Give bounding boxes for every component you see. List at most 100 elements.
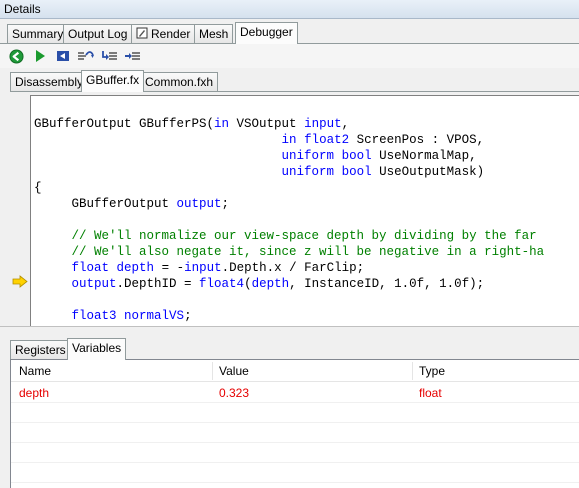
table-row[interactable]: depth 0.323 float (11, 382, 579, 402)
file-tab-row: Disassembly GBuffer.fx Common.fxh (0, 69, 579, 92)
row-divider (11, 462, 579, 463)
code-line[interactable]: // We'll normalize our view-space depth … (34, 228, 537, 244)
tab-label: GBuffer.fx (86, 73, 140, 87)
code-line[interactable]: { (34, 180, 42, 196)
back-arrow-icon[interactable] (8, 48, 24, 64)
tab-debugger[interactable]: Debugger (235, 22, 298, 44)
code-comment: // We'll also negate it, since z will be… (34, 245, 545, 259)
debugger-toolbar (0, 44, 579, 68)
code-line[interactable]: float3 normalVS; (34, 308, 192, 324)
tab-label: Summary (12, 27, 64, 41)
code-text: VSOutput (229, 117, 305, 131)
pane-splitter[interactable] (0, 326, 579, 336)
window-title: Details (0, 0, 579, 19)
tab-disassembly[interactable]: Disassembly (10, 72, 89, 91)
code-text: , InstanceID, 1.0f, 1.0f); (289, 277, 485, 291)
code-editor[interactable]: GBufferOutput GBufferPS(in VSOutput inpu… (30, 95, 579, 326)
code-keyword: input (184, 261, 222, 275)
code-keyword: in (214, 117, 230, 131)
code-text: GBufferOutput (34, 197, 177, 211)
render-icon (136, 27, 148, 42)
code-text: .Depth.x / FarClip; (221, 261, 365, 275)
tab-registers[interactable]: Registers (10, 340, 71, 359)
column-header-name[interactable]: Name (19, 364, 51, 378)
top-tab-row: Summary Output Log Render Mesh Debugger (0, 21, 579, 44)
code-keyword: depth (251, 277, 290, 291)
code-line[interactable]: in float2 ScreenPos : VPOS, (34, 132, 485, 148)
row-divider (11, 482, 579, 483)
code-keyword: bool (341, 149, 372, 163)
code-line[interactable]: GBufferOutput output; (34, 196, 230, 212)
table-header: Name Value Type (11, 360, 579, 382)
play-icon[interactable] (32, 48, 48, 64)
step-over-icon[interactable] (76, 48, 96, 64)
code-keyword: float2 (304, 133, 350, 147)
variable-value: 0.323 (219, 386, 250, 400)
tab-label: Mesh (199, 27, 229, 41)
code-keyword: input (304, 117, 342, 131)
code-line[interactable]: GBufferOutput GBufferPS(in VSOutput inpu… (34, 116, 349, 132)
code-keyword: uniform (281, 165, 335, 179)
tab-gbuffer-fx[interactable]: GBuffer.fx (81, 70, 145, 92)
step-out-icon[interactable] (123, 48, 141, 64)
code-line[interactable]: output.DepthID = float4(depth, InstanceI… (34, 276, 485, 292)
code-line[interactable]: float depth = -input.Depth.x / FarClip; (34, 260, 365, 276)
current-line-arrow-icon (12, 275, 28, 291)
tab-label: Output Log (68, 27, 128, 41)
code-keyword: output (176, 197, 222, 211)
code-keyword: float4 (199, 277, 245, 291)
code-text: ( (244, 277, 252, 291)
variable-name: depth (19, 386, 50, 400)
code-keyword: depth (116, 261, 155, 275)
code-keyword: in (281, 133, 297, 147)
code-comment: // We'll normalize our view-space depth … (34, 229, 537, 243)
code-text: ScreenPos : VPOS, (349, 133, 485, 147)
code-text: UseNormalMap, (371, 149, 477, 163)
row-divider (11, 402, 579, 403)
code-keyword: float (71, 261, 110, 275)
tab-label: Debugger (240, 25, 293, 39)
tab-mesh[interactable]: Mesh (194, 24, 234, 43)
tab-render[interactable]: Render (131, 24, 196, 43)
code-text: { (34, 181, 42, 195)
tab-variables[interactable]: Variables (67, 338, 127, 360)
code-text: .DepthID = (116, 277, 200, 291)
code-keyword: bool (341, 165, 372, 179)
code-text: ; (184, 309, 192, 323)
tab-common-fxh[interactable]: Common.fxh (140, 72, 219, 91)
code-keyword: output (71, 277, 117, 291)
column-divider[interactable] (212, 362, 213, 380)
tab-label: Variables (72, 341, 122, 355)
row-divider (11, 442, 579, 443)
variable-type: float (419, 386, 442, 400)
code-keyword: normalVS (124, 309, 185, 323)
code-line[interactable]: // We'll also negate it, since z will be… (34, 244, 545, 260)
step-icon[interactable] (55, 48, 71, 64)
code-line[interactable]: uniform bool UseOutputMask) (34, 164, 485, 180)
bottom-tab-row: Registers Variables (0, 337, 579, 360)
tab-label: Common.fxh (145, 75, 214, 89)
column-header-type[interactable]: Type (419, 364, 445, 378)
editor-gutter[interactable] (10, 95, 30, 326)
code-text: GBufferOutput GBufferPS( (34, 117, 215, 131)
tab-summary[interactable]: Summary (7, 24, 69, 43)
code-keyword: uniform (281, 149, 335, 163)
column-divider[interactable] (412, 362, 413, 380)
column-header-value[interactable]: Value (219, 364, 249, 378)
code-text: ; (221, 197, 230, 211)
code-text: UseOutputMask) (371, 165, 485, 179)
step-into-icon[interactable] (100, 48, 118, 64)
code-line[interactable]: uniform bool UseNormalMap, (34, 148, 477, 164)
row-divider (11, 422, 579, 423)
code-text: , (341, 117, 350, 131)
tab-output-log[interactable]: Output Log (63, 24, 133, 43)
